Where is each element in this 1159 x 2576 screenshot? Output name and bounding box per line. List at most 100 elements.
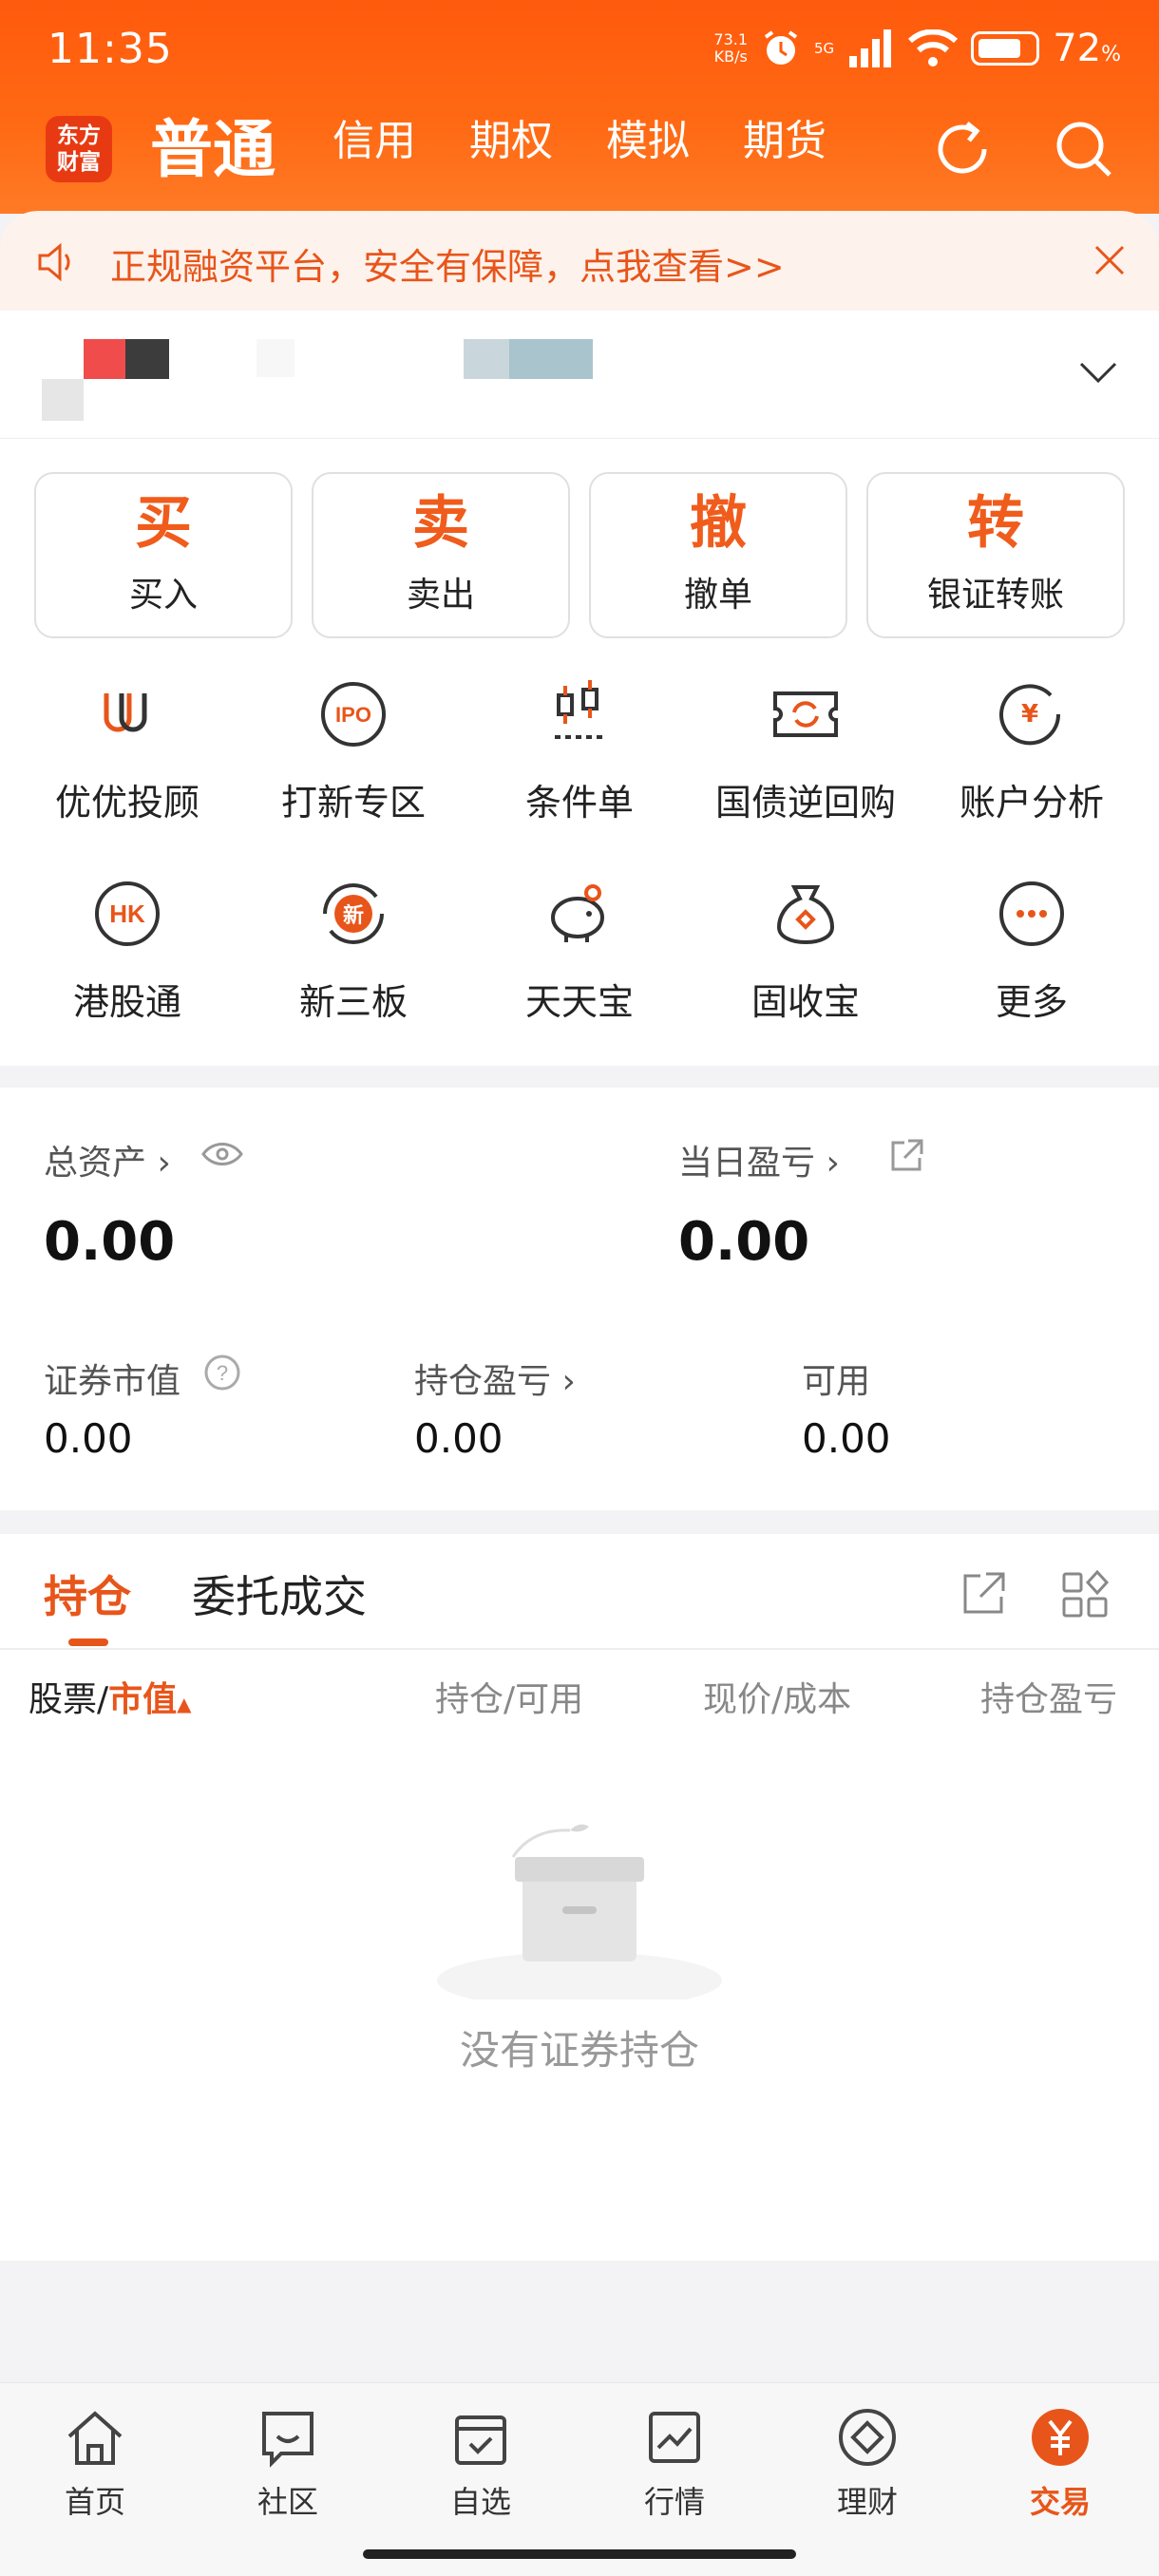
tab-options[interactable]: 期权	[469, 106, 553, 167]
service-label: 天天宝	[524, 981, 634, 1023]
daily-pl-label[interactable]: 当日盈亏 ›	[678, 1135, 840, 1184]
market-value: 0.00	[44, 1415, 133, 1462]
checklist-icon	[455, 2415, 506, 2465]
tab-simulation[interactable]: 模拟	[606, 106, 690, 167]
top-nav: 东方 财富 普通 信用 期权 模拟 期货	[46, 106, 1121, 192]
conditional-order-icon	[555, 680, 604, 739]
cancel-order-button[interactable]: 撤 撤单	[589, 472, 847, 638]
speaker-icon	[38, 242, 70, 282]
wifi-icon	[908, 29, 959, 66]
service-label: 条件单	[524, 782, 634, 824]
search-icon[interactable]	[1051, 116, 1117, 182]
refresh-icon[interactable]	[929, 116, 996, 182]
nav-watchlist[interactable]: 自选	[386, 2404, 576, 2522]
total-assets-label[interactable]: 总资产 ›	[44, 1135, 171, 1184]
eye-icon[interactable]	[200, 1139, 245, 1169]
available-label: 可用	[802, 1362, 871, 1401]
diamond-icon	[839, 2409, 896, 2466]
service-repo[interactable]: 国债逆回购	[692, 674, 920, 825]
divider	[0, 1648, 1159, 1650]
nav-market[interactable]: 行情	[580, 2404, 770, 2522]
buy-label: 买入	[128, 576, 198, 615]
tab-positions[interactable]: 持仓	[44, 1563, 131, 1625]
piggy-bank-icon	[551, 884, 604, 942]
tab-normal[interactable]: 普通	[150, 99, 276, 190]
chevron-down-icon[interactable]	[1077, 358, 1119, 387]
svg-text:¥: ¥	[1021, 700, 1038, 729]
service-new-board[interactable]: 新 新三板	[239, 874, 467, 1025]
speed-unit: KB/s	[713, 47, 748, 66]
status-bar: 11:35 73.1 KB/s 5G 72%	[48, 21, 1121, 78]
home-icon	[67, 2411, 123, 2465]
tab-orders-trades[interactable]: 委托成交	[192, 1563, 367, 1625]
sell-button[interactable]: 卖 卖出	[312, 472, 570, 638]
help-icon[interactable]: ?	[203, 1354, 241, 1392]
nav-wealth[interactable]: 理财	[772, 2404, 962, 2522]
tab-credit[interactable]: 信用	[332, 106, 416, 167]
network-type: 5G	[814, 40, 835, 57]
sell-glyph: 卖	[412, 490, 469, 557]
active-tab-indicator	[68, 1638, 108, 1646]
alarm-icon	[764, 30, 798, 65]
chart-icon	[649, 2412, 700, 2463]
sell-label: 卖出	[406, 576, 475, 615]
repo-icon	[773, 691, 838, 737]
notice-text[interactable]: 正规融资平台，安全有保障，点我查看>>	[110, 237, 785, 290]
network-speed: 73.1 KB/s	[713, 31, 748, 66]
cancel-glyph: 撤	[690, 490, 747, 557]
promo-notice[interactable]: 正规融资平台，安全有保障，点我查看>>	[0, 211, 1159, 311]
app-logo: 东方 财富	[46, 116, 112, 182]
nav-community[interactable]: 社区	[193, 2404, 383, 2522]
bank-transfer-button[interactable]: 转 银证转账	[866, 472, 1125, 638]
positions-panel: 持仓 委托成交 股票/市值▲ 持仓/可用 现价/成本 持仓盈亏 没有证券持仓	[0, 1534, 1159, 2261]
clock: 11:35	[48, 25, 173, 73]
app-header: 11:35 73.1 KB/s 5G 72% 东方 财富 普通 信用 期权 模拟 …	[0, 0, 1159, 214]
cancel-label: 撤单	[683, 576, 752, 615]
bottom-nav: 首页 社区 自选 行情 理财 交易	[0, 2382, 1159, 2576]
service-ipo[interactable]: IPO 打新专区	[239, 674, 467, 825]
nav-home[interactable]: 首页	[0, 2404, 190, 2522]
account-analysis-icon: ¥	[999, 684, 1061, 746]
masked-account	[125, 339, 169, 379]
chat-icon	[262, 2412, 314, 2468]
service-conditional-order[interactable]: 条件单	[466, 674, 694, 825]
empty-state-text: 没有证券持仓	[459, 2027, 699, 2074]
daily-pl-value: 0.00	[678, 1211, 810, 1273]
service-guoshoubao[interactable]: 固收宝	[692, 874, 920, 1025]
svg-text:?: ?	[217, 1361, 228, 1385]
external-link-icon[interactable]	[887, 1137, 925, 1175]
service-label: 账户分析	[959, 782, 1104, 824]
col-qty-header[interactable]: 持仓/可用	[435, 1672, 583, 1721]
nav-label: 行情	[643, 2484, 705, 2520]
service-uu-advisor[interactable]: 优优投顾	[13, 674, 241, 825]
service-label: 打新专区	[280, 782, 426, 824]
position-pl-label[interactable]: 持仓盈亏 ›	[414, 1354, 576, 1403]
service-label: 港股通	[72, 981, 181, 1023]
masked-account	[509, 339, 593, 379]
col-stock-header[interactable]: 股票/市值▲	[28, 1672, 192, 1721]
available-value: 0.00	[802, 1415, 891, 1462]
service-more[interactable]: 更多	[918, 874, 1146, 1025]
service-tiantianbao[interactable]: 天天宝	[466, 874, 694, 1025]
service-hk-connect[interactable]: HK 港股通	[13, 874, 241, 1025]
home-indicator[interactable]	[363, 2549, 796, 2559]
ipo-icon: IPO	[321, 682, 386, 747]
close-icon[interactable]	[1089, 239, 1130, 281]
account-selector[interactable]	[0, 311, 1159, 439]
nav-label: 自选	[449, 2484, 511, 2520]
share-icon[interactable]	[960, 1570, 1007, 1618]
nav-trade[interactable]: 交易	[965, 2404, 1155, 2522]
grid-layout-icon[interactable]	[1060, 1570, 1110, 1619]
col-pl-header[interactable]: 持仓盈亏	[980, 1672, 1123, 1721]
empty-box-illustration	[437, 1824, 722, 1999]
col-price-header[interactable]: 现价/成本	[703, 1672, 851, 1721]
money-bag-icon	[776, 885, 835, 945]
more-icon	[999, 881, 1064, 946]
service-account-analysis[interactable]: ¥ 账户分析	[918, 674, 1146, 825]
service-label: 更多	[995, 981, 1068, 1023]
position-pl-value: 0.00	[414, 1415, 504, 1462]
tab-futures[interactable]: 期货	[743, 106, 826, 167]
buy-button[interactable]: 买 买入	[34, 472, 293, 638]
trade-functions: 买 买入 卖 卖出 撤 撤单 转 银证转账 优优投顾 IPO 打新专区 条件单 …	[0, 439, 1159, 1066]
battery-percent: 72%	[1053, 27, 1121, 70]
